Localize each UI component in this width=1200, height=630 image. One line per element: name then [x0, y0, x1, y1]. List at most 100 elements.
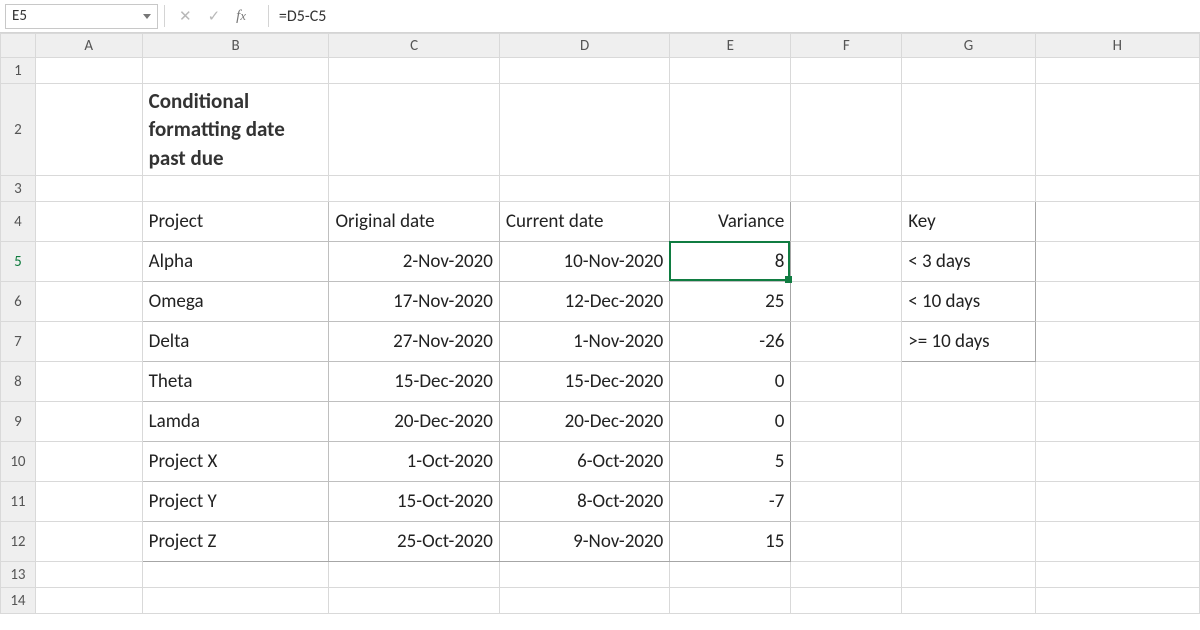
cell-D14[interactable]	[499, 588, 669, 614]
cell-A14[interactable]	[35, 588, 142, 614]
formula-input[interactable]: =D5-C5	[275, 5, 1200, 28]
enter-icon[interactable]: ✓	[208, 7, 221, 26]
cell-H13[interactable]	[1035, 562, 1199, 588]
cell-A13[interactable]	[35, 562, 142, 588]
cell-A7[interactable]	[35, 322, 142, 362]
cell-F9[interactable]	[791, 402, 902, 442]
cell-D7[interactable]: 1-Nov-2020	[499, 322, 669, 362]
cell-E4[interactable]: Variance	[670, 202, 791, 242]
cell-E7[interactable]: -26	[670, 322, 791, 362]
cell-H5[interactable]	[1035, 242, 1199, 282]
cell-A4[interactable]	[35, 202, 142, 242]
col-header-D[interactable]: D	[499, 34, 669, 58]
cell-C9[interactable]: 20-Dec-2020	[329, 402, 499, 442]
cell-D11[interactable]: 8-Oct-2020	[499, 482, 669, 522]
cell-H4[interactable]	[1035, 202, 1199, 242]
cell-D1[interactable]	[499, 58, 669, 84]
row-header-9[interactable]: 9	[1, 402, 36, 442]
cell-C2[interactable]	[329, 84, 499, 176]
cell-B14[interactable]	[142, 588, 329, 614]
cell-E11[interactable]: -7	[670, 482, 791, 522]
cell-G1[interactable]	[902, 58, 1035, 84]
cell-C10[interactable]: 1-Oct-2020	[329, 442, 499, 482]
cell-A5[interactable]	[35, 242, 142, 282]
cell-D10[interactable]: 6-Oct-2020	[499, 442, 669, 482]
col-header-A[interactable]: A	[35, 34, 142, 58]
cell-G2[interactable]	[902, 84, 1035, 176]
cell-C6[interactable]: 17-Nov-2020	[329, 282, 499, 322]
cell-B10[interactable]: Project X	[142, 442, 329, 482]
cell-C11[interactable]: 15-Oct-2020	[329, 482, 499, 522]
cell-A8[interactable]	[35, 362, 142, 402]
col-header-B[interactable]: B	[142, 34, 329, 58]
cell-H10[interactable]	[1035, 442, 1199, 482]
cell-D3[interactable]	[499, 176, 669, 202]
cell-G12[interactable]	[902, 522, 1035, 562]
cell-F12[interactable]	[791, 522, 902, 562]
cell-H2[interactable]	[1035, 84, 1199, 176]
cell-E8[interactable]: 0	[670, 362, 791, 402]
cell-E9[interactable]: 0	[670, 402, 791, 442]
row-header-13[interactable]: 13	[1, 562, 36, 588]
chevron-down-icon[interactable]	[143, 14, 151, 19]
worksheet[interactable]: A B C D E F G H 12Conditional formatting…	[0, 33, 1200, 614]
cell-B4[interactable]: Project	[142, 202, 329, 242]
row-header-7[interactable]: 7	[1, 322, 36, 362]
cell-D12[interactable]: 9-Nov-2020	[499, 522, 669, 562]
cell-A12[interactable]	[35, 522, 142, 562]
row-header-1[interactable]: 1	[1, 58, 36, 84]
cell-C1[interactable]	[329, 58, 499, 84]
cell-C4[interactable]: Original date	[329, 202, 499, 242]
col-header-F[interactable]: F	[791, 34, 902, 58]
cell-F14[interactable]	[791, 588, 902, 614]
cell-D5[interactable]: 10-Nov-2020	[499, 242, 669, 282]
cancel-icon[interactable]: ✕	[179, 7, 192, 26]
cell-H8[interactable]	[1035, 362, 1199, 402]
cell-G9[interactable]	[902, 402, 1035, 442]
cell-C13[interactable]	[329, 562, 499, 588]
cell-B1[interactable]	[142, 58, 329, 84]
cell-B13[interactable]	[142, 562, 329, 588]
cell-G13[interactable]	[902, 562, 1035, 588]
row-header-6[interactable]: 6	[1, 282, 36, 322]
row-header-8[interactable]: 8	[1, 362, 36, 402]
cell-E10[interactable]: 5	[670, 442, 791, 482]
cell-H3[interactable]	[1035, 176, 1199, 202]
cell-F13[interactable]	[791, 562, 902, 588]
cell-F10[interactable]	[791, 442, 902, 482]
name-box[interactable]: E5	[5, 4, 158, 29]
cell-H14[interactable]	[1035, 588, 1199, 614]
cell-E12[interactable]: 15	[670, 522, 791, 562]
cell-H9[interactable]	[1035, 402, 1199, 442]
cell-G10[interactable]	[902, 442, 1035, 482]
row-header-2[interactable]: 2	[1, 84, 36, 176]
cell-A9[interactable]	[35, 402, 142, 442]
select-all-corner[interactable]	[1, 34, 36, 58]
cell-H1[interactable]	[1035, 58, 1199, 84]
cell-F6[interactable]	[791, 282, 902, 322]
cell-B7[interactable]: Delta	[142, 322, 329, 362]
cell-G11[interactable]	[902, 482, 1035, 522]
cell-E5[interactable]: 8	[670, 242, 791, 282]
cell-H7[interactable]	[1035, 322, 1199, 362]
cell-G5[interactable]: < 3 days	[902, 242, 1035, 282]
cell-D6[interactable]: 12-Dec-2020	[499, 282, 669, 322]
cell-D2[interactable]	[499, 84, 669, 176]
cell-G3[interactable]	[902, 176, 1035, 202]
cell-C5[interactable]: 2-Nov-2020	[329, 242, 499, 282]
cell-C8[interactable]: 15-Dec-2020	[329, 362, 499, 402]
cell-A6[interactable]	[35, 282, 142, 322]
cell-F3[interactable]	[791, 176, 902, 202]
cell-E13[interactable]	[670, 562, 791, 588]
cell-G6[interactable]: < 10 days	[902, 282, 1035, 322]
cell-B11[interactable]: Project Y	[142, 482, 329, 522]
cell-B12[interactable]: Project Z	[142, 522, 329, 562]
cell-C3[interactable]	[329, 176, 499, 202]
cell-F7[interactable]	[791, 322, 902, 362]
cell-C12[interactable]: 25-Oct-2020	[329, 522, 499, 562]
cell-A2[interactable]	[35, 84, 142, 176]
cell-C14[interactable]	[329, 588, 499, 614]
cell-B5[interactable]: Alpha	[142, 242, 329, 282]
cell-F1[interactable]	[791, 58, 902, 84]
cell-D4[interactable]: Current date	[499, 202, 669, 242]
